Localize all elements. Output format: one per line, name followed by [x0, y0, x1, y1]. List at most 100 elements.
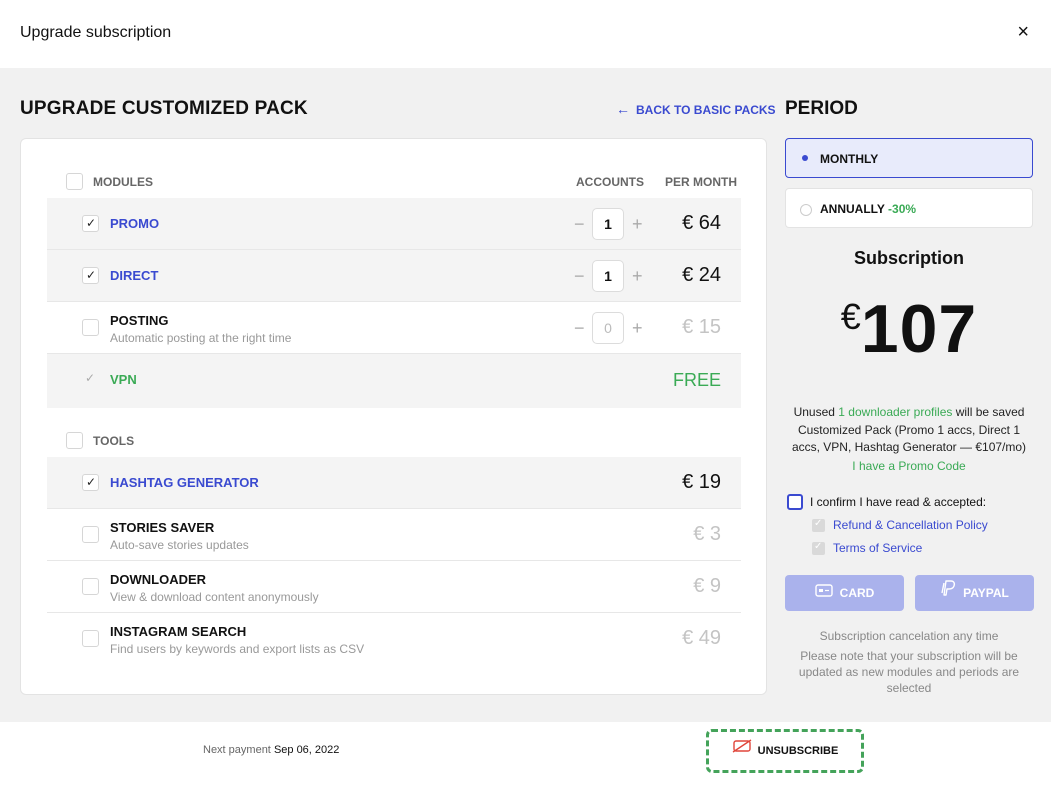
cancel-note: Subscription cancelation any time — [819, 629, 999, 643]
modules-select-all-checkbox[interactable] — [66, 173, 83, 190]
tool-description: Auto-save stories updates — [110, 538, 249, 552]
increment-button[interactable]: + — [632, 266, 643, 287]
quantity-input[interactable]: 1 — [592, 208, 624, 240]
module-price: € 15 — [682, 316, 721, 338]
back-link-label: BACK TO BASIC PACKS — [636, 103, 776, 117]
module-name: VPN — [110, 372, 137, 387]
module-row-posting: POSTING Automatic posting at the right t… — [47, 302, 741, 354]
posting-checkbox[interactable] — [82, 319, 99, 336]
modal-body: UPGRADE CUSTOMIZED PACK ← BACK TO BASIC P… — [0, 68, 1051, 722]
period-label: MONTHLY — [820, 152, 879, 166]
confirm-terms: I confirm I have read & accepted: — [787, 494, 1037, 512]
pack-summary: Customized Pack (Promo 1 accs, Direct 1 … — [791, 423, 1027, 454]
module-description: Automatic posting at the right time — [110, 331, 292, 345]
tool-row-hashtag-generator: HASHTAG GENERATOR € 19 — [47, 457, 741, 509]
back-to-basic-packs-link[interactable]: ← BACK TO BASIC PACKS — [616, 101, 776, 117]
terms-of-service-link[interactable]: Terms of Service — [812, 540, 1032, 556]
modules-header: MODULES ACCOUNTS PER MONTH — [47, 162, 747, 202]
subscription-title: Subscription — [853, 248, 964, 268]
modal-header: Upgrade subscription × — [0, 0, 1051, 68]
tools-select-all-checkbox[interactable] — [66, 432, 83, 449]
currency-symbol: € — [840, 296, 861, 337]
decrement-button[interactable]: − — [574, 214, 585, 235]
confirm-checkbox[interactable] — [787, 494, 803, 510]
unsubscribe-button[interactable]: UNSUBSCRIBE — [706, 729, 864, 773]
confirm-label: I confirm I have read & accepted: — [810, 495, 987, 509]
update-note: Please note that your subscription will … — [798, 649, 1020, 695]
tool-name: DOWNLOADER — [110, 572, 207, 587]
tool-name: INSTAGRAM SEARCH — [110, 624, 247, 639]
unused-profiles-link[interactable]: 1 downloader profiles — [838, 405, 952, 419]
price-amount: 107 — [860, 291, 978, 367]
increment-button[interactable]: + — [632, 214, 643, 235]
next-payment: Next payment Sep 06, 2022 — [203, 744, 339, 756]
card-off-icon — [732, 731, 752, 769]
card-button-label: CARD — [839, 586, 875, 600]
radio-icon — [800, 204, 812, 216]
tool-price: € 19 — [682, 471, 721, 493]
hashtag-generator-checkbox[interactable] — [82, 474, 99, 491]
arrow-left-icon: ← — [616, 101, 630, 117]
pay-paypal-button[interactable]: PAYPAL — [915, 575, 1034, 611]
tool-row-downloader: DOWNLOADER View & download content anony… — [47, 561, 741, 613]
paypal-button-label: PAYPAL — [963, 586, 1009, 600]
tool-description: Find users by keywords and export lists … — [110, 642, 365, 656]
module-name: POSTING — [110, 313, 169, 328]
instagram-search-checkbox[interactable] — [82, 630, 99, 647]
module-row-direct: DIRECT − 1 + € 24 — [47, 250, 741, 302]
decrement-button[interactable]: − — [574, 318, 585, 339]
tool-row-instagram-search: INSTAGRAM SEARCH Find users by keywords … — [47, 613, 741, 665]
promo-code-link[interactable]: I have a Promo Code — [785, 459, 1033, 473]
tool-price: € 49 — [682, 627, 721, 649]
module-price: € 64 — [682, 212, 721, 234]
module-price: € 24 — [682, 264, 721, 286]
module-row-promo: PROMO − 1 + € 64 — [47, 198, 741, 250]
module-name: PROMO — [110, 216, 160, 231]
per-month-column-header: PER MONTH — [665, 175, 737, 189]
tools-label: TOOLS — [93, 434, 135, 448]
refund-policy-link[interactable]: Refund & Cancellation Policy — [812, 517, 1032, 533]
paypal-icon — [940, 575, 956, 611]
modal-title: Upgrade subscription — [20, 24, 172, 41]
posting-quantity-stepper: − 0 + — [572, 312, 662, 344]
upgrade-heading: UPGRADE CUSTOMIZED PACK — [20, 98, 308, 119]
pay-card-button[interactable]: CARD — [785, 575, 904, 611]
modules-label: MODULES — [93, 175, 153, 189]
modules-card: MODULES ACCOUNTS PER MONTH PROMO − 1 + €… — [20, 138, 767, 695]
direct-quantity-stepper: − 1 + — [572, 260, 662, 292]
tool-name: HASHTAG GENERATOR — [110, 475, 259, 490]
tool-name: STORIES SAVER — [110, 520, 215, 535]
check-icon — [812, 518, 825, 532]
subscription-price: €107 — [785, 290, 1033, 370]
next-payment-label: Next payment — [203, 744, 271, 756]
stories-saver-checkbox[interactable] — [82, 526, 99, 543]
period-annually-option[interactable]: ANNUALLY -30% — [785, 188, 1033, 228]
quantity-input[interactable]: 1 — [592, 260, 624, 292]
check-icon — [812, 541, 825, 555]
close-icon[interactable]: × — [1017, 22, 1029, 42]
downloader-checkbox[interactable] — [82, 578, 99, 595]
refund-policy-label: Refund & Cancellation Policy — [833, 518, 988, 532]
accounts-column-header: ACCOUNTS — [576, 175, 644, 189]
module-name: DIRECT — [110, 268, 159, 283]
annual-discount: -30% — [888, 202, 917, 216]
card-icon — [814, 575, 833, 611]
unsubscribe-label: UNSUBSCRIBE — [757, 745, 839, 757]
period-monthly-option[interactable]: MONTHLY — [785, 138, 1033, 178]
direct-checkbox[interactable] — [82, 267, 99, 284]
tools-header: TOOLS — [47, 421, 747, 461]
decrement-button[interactable]: − — [574, 266, 585, 287]
vpn-checkbox — [82, 371, 99, 388]
selected-dot-icon — [802, 155, 808, 161]
quantity-input[interactable]: 0 — [592, 312, 624, 344]
tool-description: View & download content anonymously — [110, 590, 319, 604]
modal-footer: Next payment Sep 06, 2022 UNSUBSCRIBE — [0, 722, 1051, 797]
tool-row-stories-saver: STORIES SAVER Auto-save stories updates … — [47, 509, 741, 561]
increment-button[interactable]: + — [632, 318, 643, 339]
tool-price: € 9 — [693, 575, 721, 597]
promo-checkbox[interactable] — [82, 215, 99, 232]
tool-price: € 3 — [693, 523, 721, 545]
module-price: FREE — [672, 370, 721, 390]
promo-quantity-stepper: − 1 + — [572, 208, 662, 240]
period-label: ANNUALLY -30% — [820, 202, 917, 216]
